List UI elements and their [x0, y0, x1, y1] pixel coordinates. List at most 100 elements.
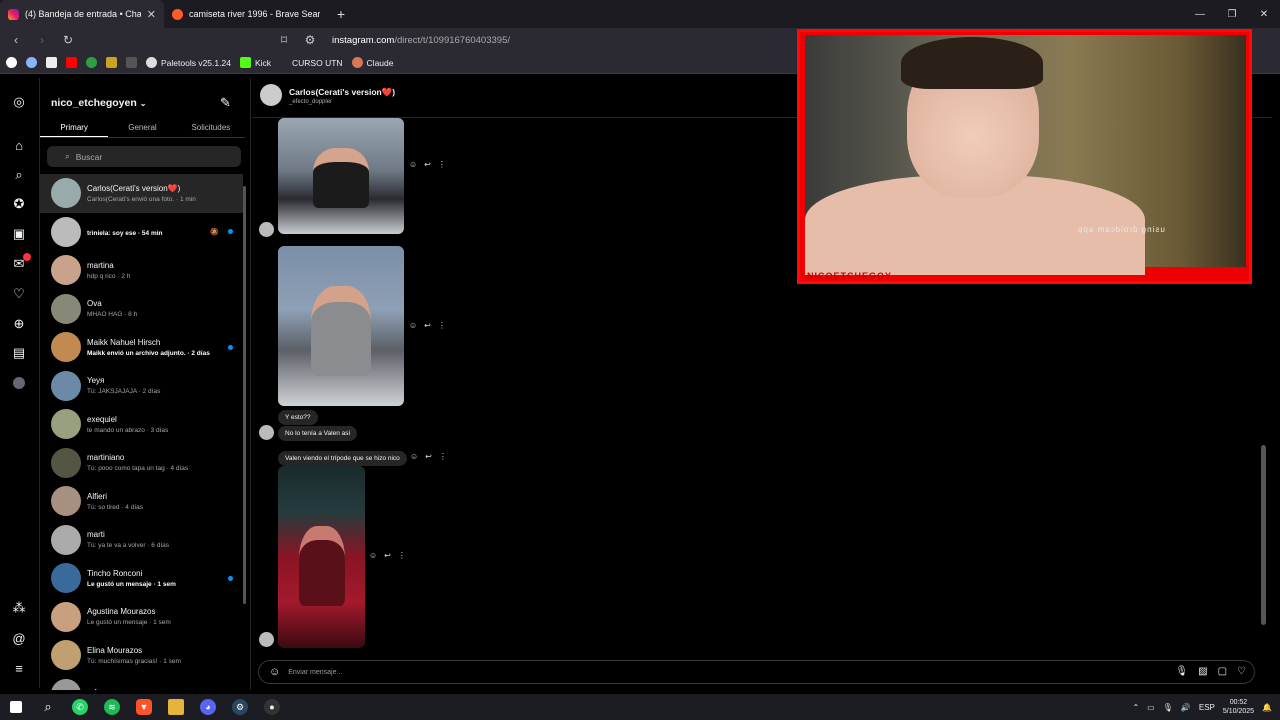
steam-icon[interactable]: ⚙ — [224, 694, 256, 720]
new-message-icon[interactable]: ✎ — [220, 95, 231, 111]
close-window-icon[interactable]: ✕ — [1248, 0, 1280, 28]
maximize-icon[interactable]: ❐ — [1216, 0, 1248, 28]
reload-icon[interactable]: ↻ — [60, 33, 76, 47]
search-input[interactable]: ⌕ Buscar — [47, 146, 241, 167]
conversation-item[interactable]: Tincho Ronconi Le gustó un mensaje · 1 se… — [40, 559, 243, 598]
sticker-icon[interactable]: ▢ — [1218, 666, 1227, 677]
conversation-item[interactable]: martiniano Tú: pooo como tapa un tag · 4 … — [40, 444, 243, 483]
extension-icon[interactable] — [126, 57, 137, 68]
clock[interactable]: 00:52 5/10/2025 — [1223, 698, 1254, 716]
globe-icon[interactable] — [26, 57, 37, 68]
emoji-icon[interactable]: ☺ — [269, 666, 280, 678]
bookmark-claude[interactable]: Claude — [351, 57, 393, 68]
like-heart-icon[interactable]: ♡ — [1237, 666, 1246, 677]
messages-icon[interactable]: ✉ — [11, 253, 31, 272]
back-icon[interactable]: ‹ — [8, 33, 24, 47]
scrollbar-thumb[interactable] — [243, 186, 246, 604]
react-icon[interactable]: ☺ — [369, 551, 377, 560]
forward-icon[interactable]: › — [34, 33, 50, 47]
mic-icon[interactable]: 🎙 — [1163, 703, 1173, 712]
conversation-item[interactable]: trinielа: soy ese · 54 min 🔕 — [40, 213, 243, 252]
github-icon[interactable] — [6, 57, 17, 68]
reply-icon[interactable]: ↩ — [424, 160, 431, 169]
volume-icon[interactable]: 🔊 — [1181, 703, 1191, 712]
explore-icon[interactable]: ✪ — [11, 196, 27, 212]
shared-photo[interactable] — [278, 118, 404, 234]
bookmark-paletools[interactable]: Paletools v25.1.24 — [146, 57, 231, 68]
more-icon[interactable]: ⋮ — [438, 321, 446, 330]
tab-primary[interactable]: Primary — [40, 118, 109, 137]
page-scrollbar[interactable] — [1259, 78, 1268, 690]
meta-apps-icon[interactable]: ⁂ — [11, 600, 27, 616]
message-bubble[interactable]: Valen viendo el trípode que se hizo nico — [278, 451, 407, 466]
spotify-icon[interactable]: ≋ — [96, 694, 128, 720]
x-icon[interactable] — [46, 57, 57, 68]
shared-photo[interactable] — [278, 466, 365, 648]
profile-icon[interactable] — [11, 375, 27, 391]
react-icon[interactable]: ☺ — [409, 160, 417, 169]
more-icon[interactable]: ⋮ — [398, 551, 406, 560]
conversation-item[interactable]: Yeyя Tú: JAKSJAJAJA · 2 días — [40, 367, 243, 406]
message-input[interactable]: ☺ Enviar mensaje... 🎙 ▨ ▢ ♡ — [258, 660, 1255, 684]
reply-icon[interactable]: ↩ — [425, 452, 432, 461]
reply-icon[interactable]: ↩ — [424, 321, 431, 330]
xbox-icon[interactable] — [86, 57, 97, 68]
start-icon[interactable] — [0, 694, 32, 720]
tray-chevron-icon[interactable]: ⌃ — [1132, 703, 1139, 712]
inbox-scrollbar[interactable] — [242, 174, 247, 684]
notifications-icon[interactable]: ♡ — [11, 286, 27, 302]
address-bar[interactable]: instagram.com/direct/t/109916760403395/ — [332, 35, 510, 46]
react-icon[interactable]: ☺ — [409, 321, 417, 330]
tab-requests[interactable]: Solicitudes — [177, 118, 245, 137]
contact-name[interactable]: Carlos(Cerati's version❤️) — [289, 87, 395, 98]
reply-icon[interactable]: ↩ — [384, 551, 391, 560]
more-icon[interactable]: ⋮ — [438, 160, 446, 169]
reels-icon[interactable]: ▣ — [11, 226, 27, 242]
discord-icon[interactable]: ◕ — [192, 694, 224, 720]
conversation-item[interactable]: rafa — [40, 675, 243, 690]
brave-icon[interactable]: ▼ — [128, 694, 160, 720]
conversation-item[interactable]: martina hdp q rico · 2 h — [40, 251, 243, 290]
bookmark-kick[interactable]: Kick — [239, 57, 271, 68]
home-icon[interactable]: ⌂ — [11, 137, 27, 153]
site-settings-icon[interactable]: ⚙ — [302, 33, 318, 47]
notifications-icon[interactable]: 🔔 — [1262, 703, 1272, 712]
tab-instagram[interactable]: (4) Bandeja de entrada • Chats ✕ — [0, 0, 164, 28]
account-switcher[interactable]: nico_etchegoyen ⌄ — [51, 97, 146, 109]
dashboard-icon[interactable]: ▤ — [11, 345, 27, 361]
tab-brave-search[interactable]: camiseta river 1996 - Brave Search — [164, 0, 328, 28]
minimize-icon[interactable]: — — [1184, 0, 1216, 28]
create-icon[interactable]: ⊕ — [11, 316, 27, 332]
microphone-icon[interactable]: 🎙 — [1175, 666, 1188, 677]
contact-avatar[interactable] — [260, 84, 282, 106]
scrollbar-thumb[interactable] — [1261, 445, 1266, 625]
bookmark-curso-utn[interactable]: CURSO UTN — [292, 58, 343, 68]
youtube-icon[interactable] — [66, 57, 77, 68]
close-tab-icon[interactable]: ✕ — [147, 8, 156, 21]
folder-icon[interactable] — [106, 57, 117, 68]
obs-icon[interactable]: ● — [256, 694, 288, 720]
search-icon[interactable]: ⌕ — [11, 167, 27, 183]
message-bubble[interactable]: No lo tenía a Valen así — [278, 426, 358, 441]
conversation-item[interactable]: exequiel te mando un abrazo · 3 días — [40, 405, 243, 444]
whatsapp-icon[interactable]: ✆ — [64, 694, 96, 720]
message-bubble[interactable]: Y esto?? — [278, 410, 318, 425]
react-icon[interactable]: ☺ — [410, 452, 418, 461]
conversation-item[interactable]: Agustina Mourazos Le gustó un mensaje · 1… — [40, 598, 243, 637]
menu-icon[interactable]: ≡ — [11, 660, 27, 676]
threads-icon[interactable]: @ — [11, 630, 27, 646]
image-icon[interactable]: ▨ — [1198, 666, 1207, 677]
shared-photo[interactable] — [278, 246, 404, 406]
search-icon[interactable]: ⌕ — [32, 694, 64, 720]
more-icon[interactable]: ⋮ — [439, 452, 447, 461]
conversation-item[interactable]: Ova MHAO HAG · 8 h — [40, 290, 243, 329]
file-explorer-icon[interactable] — [160, 694, 192, 720]
bookmark-icon[interactable]: ⌑ — [276, 33, 292, 47]
instagram-logo-icon[interactable]: ◎ — [11, 94, 27, 110]
language-indicator[interactable]: ESP — [1199, 703, 1215, 712]
conversation-item[interactable]: Elina Mourazos Tú: muchísimas gracias! · … — [40, 636, 243, 675]
tab-general[interactable]: General — [108, 118, 176, 137]
conversation-item[interactable]: Maikk Nahuel Hirsch Maikk envió un archiv… — [40, 328, 243, 367]
new-tab-button[interactable]: + — [328, 6, 354, 22]
conversation-item[interactable]: Alfieri Tú: so tired · 4 días — [40, 482, 243, 521]
